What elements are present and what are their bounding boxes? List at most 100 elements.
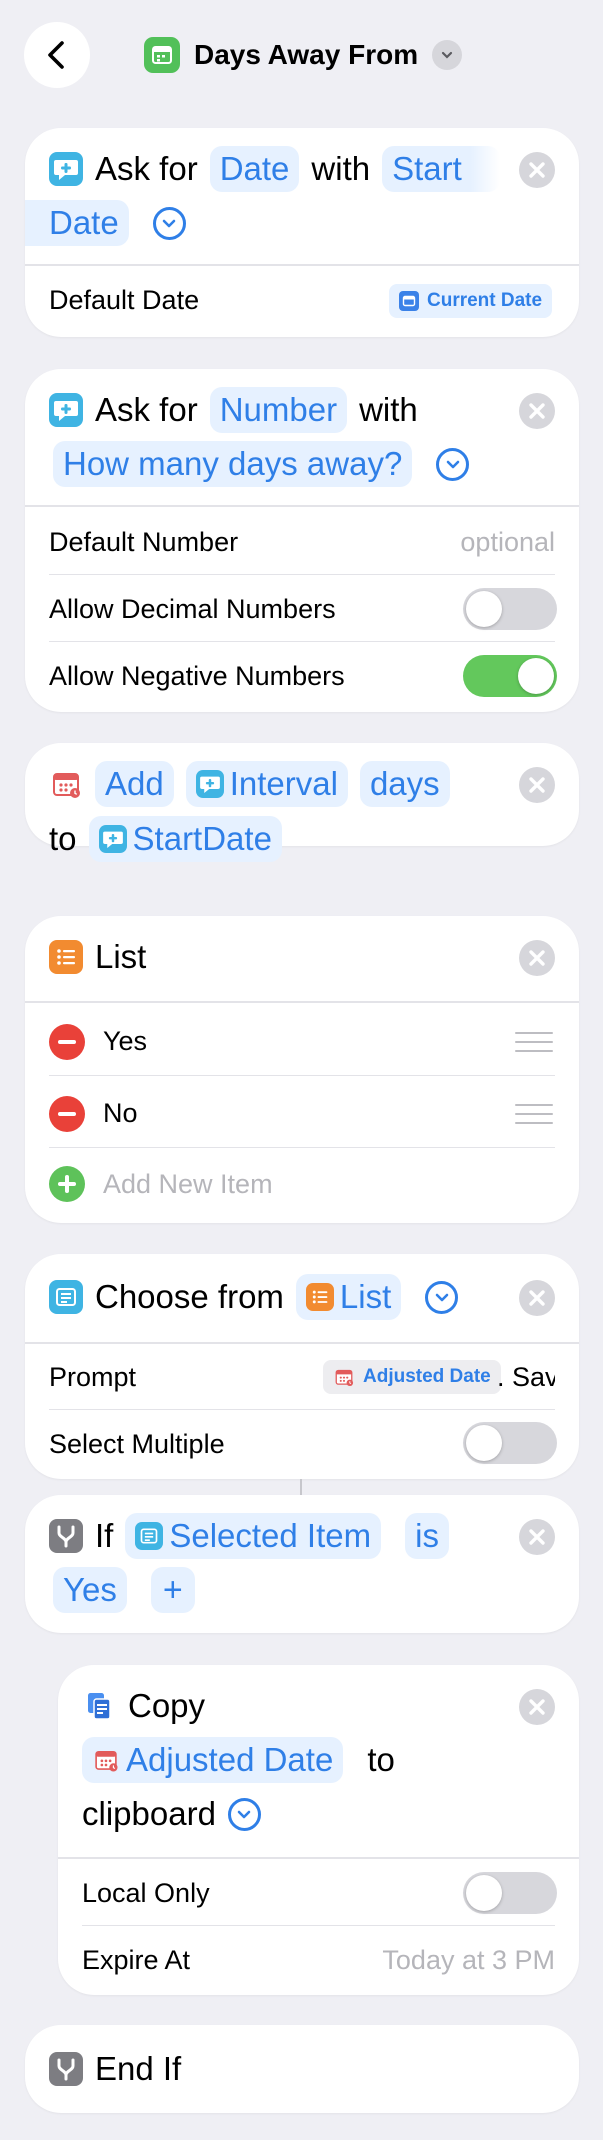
copy-variable-token[interactable]: Adjusted Date <box>82 1737 344 1783</box>
expand-chevron-icon[interactable] <box>227 1797 261 1831</box>
end-if-action: End If <box>25 2025 579 2113</box>
close-icon <box>519 1280 555 1316</box>
add-item-button[interactable] <box>49 1166 85 1202</box>
adjust-date-icon <box>333 1366 355 1388</box>
unit-token[interactable]: days <box>359 761 450 807</box>
list-item[interactable]: Yes <box>103 1026 147 1057</box>
prompt-variable-token[interactable]: Adjusted Date <box>323 1360 501 1394</box>
ask-verb: Ask for <box>95 150 198 187</box>
expand-chevron-icon[interactable] <box>425 1280 459 1314</box>
source-variable-token[interactable]: List <box>295 1274 402 1320</box>
input-type-token[interactable]: Number <box>209 387 348 433</box>
calendar-icon <box>144 37 180 73</box>
amount-variable-token[interactable]: Interval <box>185 761 348 807</box>
prompt-suffix-text[interactable]: . Sav <box>497 1362 555 1393</box>
adjust-date-icon <box>49 767 83 801</box>
expand-chevron-icon[interactable] <box>152 206 186 240</box>
copy-verb: Copy <box>128 1687 206 1724</box>
prompt-label: Prompt <box>49 1362 137 1392</box>
reorder-handle-icon[interactable] <box>515 1104 553 1124</box>
list-icon <box>305 1283 334 1311</box>
local-only-toggle[interactable] <box>463 1872 557 1914</box>
prompt-token-start[interactable]: Start <box>382 146 501 192</box>
adjust-date-icon <box>92 1746 120 1774</box>
prompt-variable-text: Adjusted Date <box>363 1366 491 1387</box>
ask-for-input-icon <box>49 393 83 427</box>
to-label: to <box>49 820 77 857</box>
ask-for-date-action: Ask for Date with Start Date Default Dat… <box>25 128 579 337</box>
remove-action-button[interactable] <box>519 940 555 976</box>
default-date-value[interactable]: Current Date <box>389 284 553 318</box>
condition-token[interactable]: is <box>405 1513 449 1559</box>
target-variable-token[interactable]: StartDate <box>88 816 282 862</box>
input-variable-token[interactable]: Selected Item <box>125 1513 382 1559</box>
shortcut-title-menu[interactable]: Days Away From <box>144 36 463 74</box>
select-multiple-label: Select Multiple <box>49 1429 225 1459</box>
expand-chevron-icon[interactable] <box>436 447 470 481</box>
expire-at-input[interactable]: Today at 3 PM <box>382 1945 555 1976</box>
remove-action-button[interactable] <box>519 767 555 803</box>
local-only-label: Local Only <box>82 1878 210 1908</box>
default-date-label: Default Date <box>49 285 200 315</box>
default-number-label: Default Number <box>49 527 239 557</box>
branch-icon <box>49 1519 83 1553</box>
with-label: with <box>359 391 418 428</box>
close-icon <box>519 1519 555 1555</box>
end-if-label: End If <box>95 2050 182 2087</box>
if-keyword: If <box>95 1517 114 1554</box>
ask-for-input-icon <box>195 770 224 798</box>
expire-at-label: Expire At <box>82 1945 191 1975</box>
remove-action-button[interactable] <box>519 393 555 429</box>
choose-verb: Choose from <box>95 1278 284 1315</box>
target-variable-text: StartDate <box>132 820 272 857</box>
destination-label: clipboard <box>82 1795 216 1832</box>
prompt-token[interactable]: How many days away? <box>53 441 413 487</box>
adjust-date-action: Add Interval days to StartDate <box>25 743 579 862</box>
remove-action-button[interactable] <box>519 1280 555 1316</box>
value-token[interactable]: Yes <box>53 1567 127 1613</box>
copy-variable-text: Adjusted Date <box>126 1741 334 1778</box>
list-action: List Yes No Add New Item <box>25 916 579 1223</box>
ask-for-number-action: Ask for Number with How many days away? … <box>25 369 579 712</box>
flow-connector <box>300 1479 302 1495</box>
back-button[interactable] <box>24 22 90 88</box>
delete-item-button[interactable] <box>49 1024 85 1060</box>
ask-for-input-icon <box>98 825 127 853</box>
date-variable-icon <box>399 291 419 311</box>
add-new-item-input[interactable]: Add New Item <box>103 1169 273 1200</box>
close-icon <box>519 152 555 188</box>
delete-item-button[interactable] <box>49 1096 85 1132</box>
list-title: List <box>95 938 147 975</box>
choose-from-list-action: Choose from List Prompt Adjusted Date . … <box>25 1254 579 1479</box>
ask-verb: Ask for <box>95 391 198 428</box>
source-variable-text: List <box>339 1278 392 1315</box>
to-label: to <box>367 1741 395 1778</box>
list-icon <box>49 940 83 974</box>
operation-token[interactable]: Add <box>95 761 174 807</box>
choose-from-menu-icon <box>135 1522 164 1550</box>
if-action: If Selected Item is Yes + <box>25 1495 579 1633</box>
remove-action-button[interactable] <box>519 1519 555 1555</box>
with-label: with <box>311 150 371 187</box>
prompt-token-end[interactable]: Date <box>25 200 129 246</box>
reorder-handle-icon[interactable] <box>515 1032 553 1052</box>
list-item[interactable]: No <box>103 1098 138 1129</box>
close-icon <box>519 1689 555 1725</box>
remove-action-button[interactable] <box>519 1689 555 1725</box>
close-icon <box>519 767 555 803</box>
chevron-left-icon <box>48 41 64 69</box>
ask-for-input-icon <box>49 152 83 186</box>
shortcut-title: Days Away From <box>194 39 419 70</box>
remove-action-button[interactable] <box>519 152 555 188</box>
allow-negative-label: Allow Negative Numbers <box>49 661 345 691</box>
input-type-token[interactable]: Date <box>209 146 300 192</box>
select-multiple-toggle[interactable] <box>463 1422 557 1464</box>
add-condition-button[interactable]: + <box>150 1567 195 1613</box>
copy-to-clipboard-action: Copy Adjusted Date to clipboard Local On… <box>58 1665 579 1995</box>
input-variable-text: Selected Item <box>169 1517 372 1554</box>
default-number-input[interactable]: optional <box>460 527 555 558</box>
allow-decimal-label: Allow Decimal Numbers <box>49 594 336 624</box>
allow-decimal-toggle[interactable] <box>463 588 557 630</box>
allow-negative-toggle[interactable] <box>463 655 557 697</box>
document-copy-icon <box>82 1689 116 1723</box>
